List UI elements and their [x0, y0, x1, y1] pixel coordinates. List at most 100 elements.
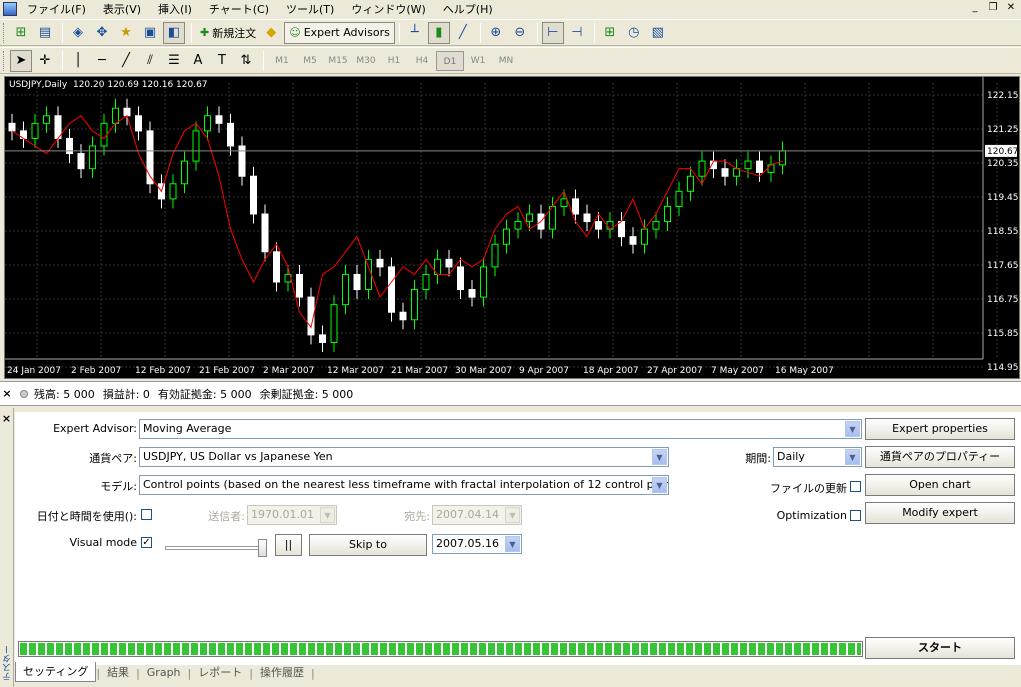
equidistant-channel-icon[interactable]: ⫽ — [139, 50, 161, 72]
text-icon[interactable]: A — [187, 50, 209, 72]
tf-h1[interactable]: H1 — [380, 51, 408, 71]
tf-h4[interactable]: H4 — [408, 51, 436, 71]
tab-results[interactable]: 結果 — [100, 664, 136, 682]
open-chart-button[interactable]: Open chart — [865, 474, 1015, 496]
auto-scroll-icon[interactable]: ⊣ — [566, 22, 588, 44]
model-select[interactable]: Control points (based on the nearest les… — [139, 475, 669, 495]
modify-expert-button[interactable]: Modify expert — [865, 502, 1015, 524]
templates-icon[interactable]: ▧ — [647, 22, 669, 44]
indicators-icon[interactable]: ⊞ — [599, 22, 621, 44]
price-chart[interactable]: 122.15 121.25 120.35 119.45 118.55 117.65 116.… — [4, 76, 1020, 379]
symbol-select[interactable]: USDJPY, US Dollar vs Japanese Yen ▼ — [139, 447, 669, 467]
standard-toolbar: ⊞ ▤ ◈ ✥ ★ ▣ ◧ ✚ 新規注文 ◆ ☺ Expert Advisors ┴… — [0, 19, 1021, 46]
menu-help[interactable]: ヘルプ(H) — [437, 1, 504, 17]
y-tick-label: 115.85 — [987, 329, 1019, 339]
zoom-in-icon[interactable]: ⊕ — [485, 22, 507, 44]
optimization-label: Optimization — [776, 509, 847, 522]
profiles-icon[interactable]: ▤ — [34, 22, 56, 44]
tab-graph[interactable]: Graph — [140, 664, 188, 682]
chevron-down-icon[interactable]: ▼ — [320, 507, 335, 523]
navigator-icon[interactable]: ✥ — [91, 22, 113, 44]
recalculate-checkbox[interactable] — [850, 481, 861, 492]
new-chart-icon[interactable]: ⊞ — [10, 22, 32, 44]
trendline-icon[interactable]: ╱ — [115, 50, 137, 72]
metaeditor-icon[interactable]: ◆ — [260, 22, 282, 44]
chevron-down-icon[interactable]: ▼ — [505, 536, 520, 552]
chevron-down-icon[interactable]: ▼ — [652, 477, 667, 493]
expert-advisors-button[interactable]: ☺ Expert Advisors — [284, 21, 395, 44]
text-label-icon[interactable]: T — [211, 50, 233, 72]
pause-button[interactable]: || — [275, 534, 302, 556]
strategy-tester-icon[interactable]: ◧ — [163, 21, 185, 44]
candle-body — [445, 258, 453, 268]
tf-m30[interactable]: M30 — [352, 51, 380, 71]
crosshair-icon[interactable]: ✛ — [34, 50, 56, 72]
menu-window[interactable]: ウィンドウ(W) — [345, 1, 436, 17]
candle-body — [664, 205, 671, 223]
minimize-icon[interactable]: _ — [967, 1, 983, 16]
from-date-input[interactable]: 1970.01.01 ▼ — [247, 505, 337, 525]
tf-d1[interactable]: D1 — [436, 50, 464, 71]
chevron-down-icon[interactable]: ▼ — [652, 449, 667, 465]
cursor-icon[interactable]: ➤ — [10, 49, 32, 72]
expert-advisor-select[interactable]: Moving Average ▼ — [139, 419, 862, 439]
expert-advisors-icon: ☺ — [289, 26, 301, 39]
candle-body — [181, 160, 188, 185]
tab-report[interactable]: レポート — [191, 664, 249, 682]
optimization-checkbox[interactable] — [850, 510, 861, 521]
equity-value: 有効証拠金: 5 000 — [157, 387, 252, 401]
arrows-icon[interactable]: ⇅ — [235, 50, 257, 72]
favorites-icon[interactable]: ★ — [115, 22, 137, 44]
expert-properties-button[interactable]: Expert properties — [865, 418, 1015, 440]
terminal-icon[interactable]: ▣ — [139, 22, 161, 44]
horizontal-line-icon[interactable]: ─ — [91, 50, 113, 72]
candlestick-icon[interactable]: ▮ — [427, 21, 450, 44]
y-tick-label: 122.15 — [987, 91, 1019, 101]
symbol-properties-button[interactable]: 通貨ペアのプロパティー — [865, 446, 1015, 468]
menu-chart[interactable]: チャート(C) — [203, 1, 280, 17]
candle-body — [480, 266, 487, 298]
fibonacci-icon[interactable]: ☰ — [163, 50, 185, 72]
close-icon[interactable]: × — [0, 412, 13, 425]
x-tick-label: 18 Apr 2007 — [583, 366, 639, 376]
tab-settings[interactable]: セッティング — [15, 662, 97, 682]
visual-speed-slider[interactable] — [165, 546, 265, 550]
bar-chart-icon[interactable]: ┴ — [404, 22, 426, 44]
start-button[interactable]: スタート — [865, 637, 1015, 659]
slider-thumb[interactable] — [258, 539, 267, 557]
chart-shift-icon[interactable]: ⊢ — [541, 21, 564, 44]
skip-to-button[interactable]: Skip to — [309, 534, 427, 556]
tf-mn[interactable]: MN — [492, 51, 520, 71]
toolbar-grip[interactable] — [3, 22, 6, 43]
candle-body — [273, 251, 280, 283]
zoom-out-icon[interactable]: ⊖ — [509, 22, 531, 44]
chevron-down-icon[interactable]: ▼ — [505, 507, 520, 523]
menu-tools[interactable]: ツール(T) — [280, 1, 345, 17]
chevron-down-icon[interactable]: ▼ — [845, 449, 860, 465]
new-order-button[interactable]: ✚ 新規注文 — [196, 22, 260, 44]
vertical-line-icon[interactable]: │ — [67, 50, 89, 72]
use-date-checkbox[interactable] — [141, 509, 152, 520]
close-icon[interactable]: ✕ — [1003, 1, 1019, 16]
visual-mode-checkbox[interactable]: ✓ — [141, 537, 152, 548]
line-chart-icon[interactable]: ╱ — [452, 22, 474, 44]
menu-file[interactable]: ファイル(F) — [21, 1, 97, 17]
candle-body — [514, 221, 522, 230]
menu-insert[interactable]: 挿入(I) — [152, 1, 203, 17]
restore-icon[interactable]: ❐ — [985, 1, 1001, 16]
period-select[interactable]: Daily ▼ — [773, 447, 862, 467]
toolbar-grip[interactable] — [3, 50, 6, 71]
skip-to-date-input[interactable]: 2007.05.16 ▼ — [432, 534, 522, 554]
tf-m15[interactable]: M15 — [324, 51, 352, 71]
tab-journal[interactable]: 操作履歴 — [253, 664, 311, 682]
periodicity-icon[interactable]: ◷ — [623, 22, 645, 44]
close-icon[interactable]: × — [0, 387, 14, 400]
to-date-input[interactable]: 2007.04.14 ▼ — [432, 505, 522, 525]
market-watch-icon[interactable]: ◈ — [67, 22, 89, 44]
tf-m1[interactable]: M1 — [268, 51, 296, 71]
menu-view[interactable]: 表示(V) — [97, 1, 152, 17]
tf-w1[interactable]: W1 — [464, 51, 492, 71]
candle-body — [744, 160, 752, 170]
tf-m5[interactable]: M5 — [296, 51, 324, 71]
chevron-down-icon[interactable]: ▼ — [845, 421, 860, 437]
